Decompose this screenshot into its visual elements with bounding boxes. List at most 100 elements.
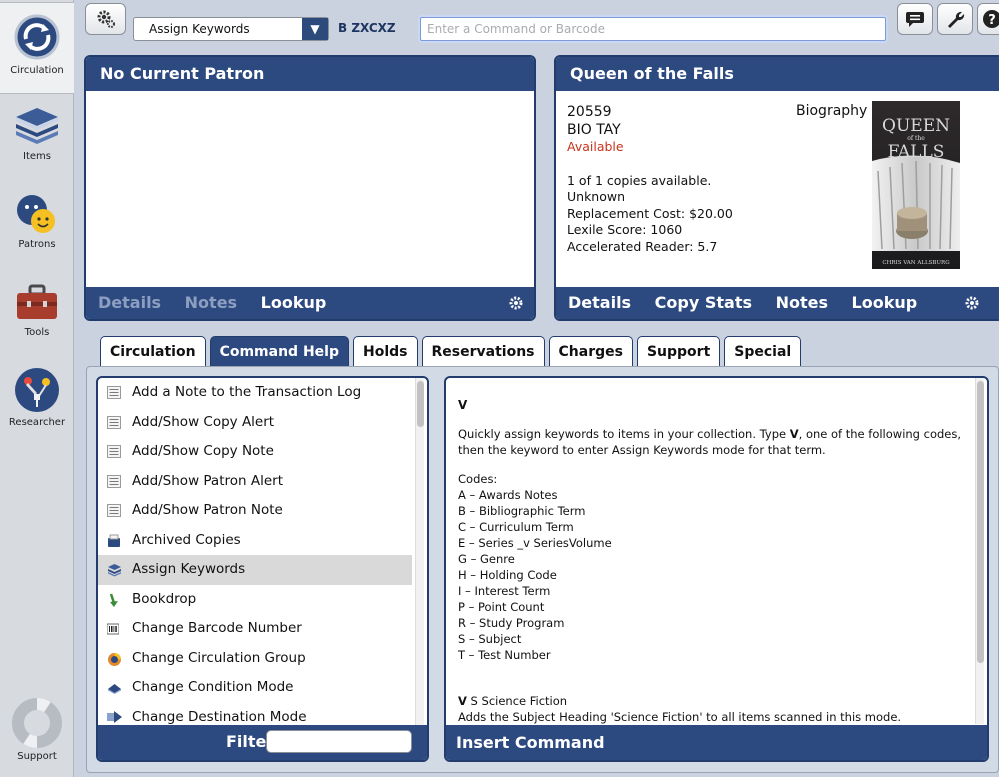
patron-panel: No Current Patron Details Notes Lookup: [84, 55, 536, 321]
list-item-label: Change Destination Mode: [132, 708, 307, 725]
sidebar-item-label: Patrons: [18, 239, 56, 250]
mode-select[interactable]: Assign Keywords ▼: [133, 17, 329, 41]
tab-command-help[interactable]: Command Help: [209, 336, 349, 366]
scrollbar-thumb[interactable]: [977, 381, 984, 663]
replacement-cost: Replacement Cost: $20.00: [567, 205, 733, 221]
help-code-item: R – Study Program: [458, 616, 565, 630]
help-codes-heading: Codes:: [458, 472, 498, 486]
help-code-item: S – Subject: [458, 632, 522, 646]
list-item[interactable]: Add a Note to the Transaction Log: [98, 378, 412, 408]
list-item[interactable]: Archived Copies: [98, 526, 412, 556]
help-code-item: T – Test Number: [458, 648, 551, 662]
note-list-icon: [107, 504, 121, 517]
archive-box-icon: [108, 534, 120, 547]
gear-button[interactable]: [85, 3, 126, 35]
help-command-letter: V: [458, 398, 468, 412]
toolbar: Assign Keywords ▼ B ZXCXZ ?: [80, 0, 999, 46]
books-stack-icon: [16, 108, 58, 144]
accelerated-reader: Accelerated Reader: 5.7: [567, 238, 718, 254]
tab-holds[interactable]: Holds: [353, 336, 418, 366]
list-item[interactable]: Add/Show Copy Alert: [98, 408, 412, 438]
list-item[interactable]: Change Barcode Number: [98, 614, 412, 644]
patron-lookup-link[interactable]: Lookup: [261, 293, 327, 312]
help-description: Quickly assign keywords to items in your…: [458, 427, 962, 457]
patron-details-link[interactable]: Details: [98, 293, 161, 312]
title-copy-stats-link[interactable]: Copy Stats: [655, 293, 752, 312]
title-lookup-link[interactable]: Lookup: [852, 293, 918, 312]
help-scrollbar[interactable]: [975, 378, 984, 724]
insert-command-button[interactable]: Insert Command: [446, 725, 987, 760]
title-details-link[interactable]: Details: [568, 293, 631, 312]
svg-text:?: ?: [988, 13, 996, 28]
help-code-item: E – Series _v SeriesVolume: [458, 536, 612, 550]
list-item-label: Add a Note to the Transaction Log: [132, 384, 362, 400]
sidebar-item-support[interactable]: Support: [0, 698, 74, 776]
message-icon: [906, 12, 924, 27]
life-ring-icon: [12, 698, 62, 748]
list-item-label: Add/Show Copy Note: [132, 443, 274, 459]
note-list-icon: [107, 386, 121, 399]
sidebar-item-circulation[interactable]: Circulation: [0, 2, 74, 94]
barcode-label: B ZXCXZ: [338, 21, 396, 35]
filter-input[interactable]: [266, 730, 412, 753]
filter-bar: Filter: [98, 725, 427, 760]
help-code-item: C – Curriculum Term: [458, 520, 574, 534]
tab-bar: Circulation Command Help Holds Reservati…: [100, 336, 805, 366]
list-item[interactable]: Add/Show Patron Alert: [98, 467, 412, 497]
tab-circulation[interactable]: Circulation: [100, 336, 206, 366]
arrow-destination-icon: [107, 710, 122, 723]
cover-title-line1: QUEEN: [882, 116, 950, 136]
circulation-icon: [14, 14, 60, 60]
command-list: Add a Note to the Transaction Log Add/Sh…: [96, 376, 429, 762]
settings-button[interactable]: [937, 3, 973, 35]
list-item-label: Change Barcode Number: [132, 620, 302, 636]
sidebar-item-tools[interactable]: Tools: [0, 282, 74, 354]
list-item-label: Change Circulation Group: [132, 649, 306, 666]
help-code-item: P – Point Count: [458, 600, 545, 614]
scrollbar-thumb[interactable]: [417, 381, 424, 427]
tab-special[interactable]: Special: [724, 336, 802, 366]
help-code-item: B – Bibliographic Term: [458, 504, 586, 518]
sidebar-item-items[interactable]: Items: [0, 104, 74, 176]
books-stack-icon: [108, 564, 121, 577]
note-list-icon: [107, 474, 121, 488]
cover-title-line3: FALLS: [888, 142, 945, 162]
sidebar-item-researcher[interactable]: Researcher: [0, 366, 74, 442]
title-info: 20559 BIO TAY Available 1 of 1 copies av…: [567, 103, 733, 255]
title-panel: Queen of the Falls 20559 BIO TAY Availab…: [554, 55, 999, 321]
list-item-label: Add/Show Patron Alert: [132, 472, 283, 489]
shelf-code: BIO TAY: [567, 122, 621, 138]
command-list-scrollbar[interactable]: [415, 378, 424, 727]
command-input[interactable]: [420, 17, 886, 41]
list-item[interactable]: Assign Keywords: [98, 555, 412, 585]
list-item[interactable]: Change Circulation Group: [98, 644, 412, 674]
help-button[interactable]: ?: [977, 3, 999, 35]
barcode-icon: [107, 623, 119, 635]
messages-button[interactable]: [897, 3, 933, 35]
list-item-label: Add/Show Patron Note: [132, 502, 283, 518]
title-panel-title: Queen of the Falls: [556, 57, 999, 91]
sidebar-item-patrons[interactable]: Patrons: [0, 192, 74, 264]
sidebar-item-label: Researcher: [8, 417, 66, 428]
chevron-down-icon: ▼: [302, 18, 328, 40]
patron-notes-link[interactable]: Notes: [185, 293, 237, 312]
list-item[interactable]: Add/Show Copy Note: [98, 437, 412, 467]
tab-reservations[interactable]: Reservations: [421, 336, 545, 366]
tab-charges[interactable]: Charges: [548, 336, 633, 366]
gear-icon[interactable]: [964, 295, 980, 311]
help-icon: ?: [983, 10, 999, 28]
tab-support[interactable]: Support: [636, 336, 721, 366]
help-body: V Quickly assign keywords to items in yo…: [458, 397, 974, 725]
list-item[interactable]: Change Condition Mode: [98, 673, 412, 703]
help-code-item: I – Interest Term: [458, 584, 551, 598]
list-item[interactable]: Add/Show Patron Note: [98, 496, 412, 526]
cover-title-line2: of the: [907, 135, 925, 142]
list-item[interactable]: Bookdrop: [98, 585, 412, 615]
gear-icon[interactable]: [508, 295, 524, 311]
help-code-item: A – Awards Notes: [458, 488, 558, 502]
genre-label: Biography: [796, 103, 868, 119]
list-item-label: Assign Keywords: [132, 561, 246, 577]
note-list-icon: [107, 415, 121, 429]
title-panel-footer: Details Copy Stats Notes Lookup: [556, 287, 999, 319]
title-notes-link[interactable]: Notes: [776, 293, 828, 312]
